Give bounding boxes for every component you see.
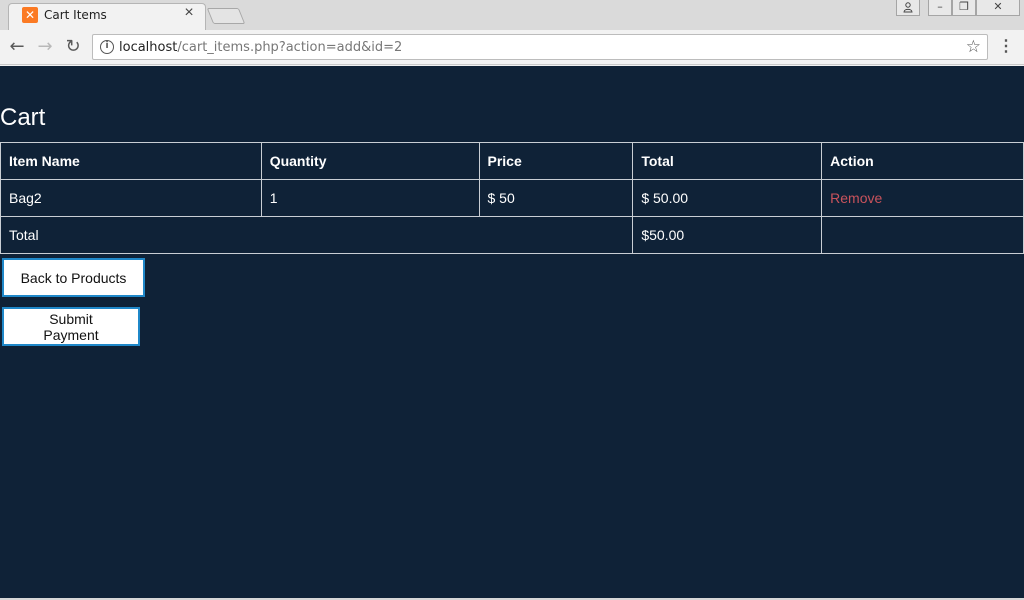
tab-strip: ✕ Cart Items × – ❐ ✕ xyxy=(0,0,1024,31)
url-text[interactable]: localhost/cart_items.php?action=add&id=2 xyxy=(119,40,402,55)
new-tab-button[interactable] xyxy=(206,8,246,24)
close-window-button[interactable]: ✕ xyxy=(976,0,1020,16)
restore-button[interactable]: ❐ xyxy=(952,0,976,16)
footer-action-cell xyxy=(821,216,1024,254)
footer-total-value: $50.00 xyxy=(632,216,823,254)
page-title: Cart xyxy=(0,104,46,131)
column-header-item-name: Item Name xyxy=(0,142,262,180)
table-header-row: Item Name Quantity Price Total Action xyxy=(0,142,1024,180)
cell-quantity: 1 xyxy=(260,179,480,217)
forward-button[interactable]: → xyxy=(34,37,56,57)
bookmark-star-icon[interactable]: ☆ xyxy=(966,37,981,57)
submit-payment-button[interactable]: Submit Payment xyxy=(2,307,140,346)
column-header-action: Action xyxy=(821,142,1024,180)
footer-total-label: Total xyxy=(0,216,634,254)
minimize-button[interactable]: – xyxy=(928,0,952,16)
back-button[interactable]: ← xyxy=(6,37,28,57)
browser-toolbar: ← → ↻ i localhost/cart_items.php?action=… xyxy=(0,30,1024,65)
xampp-icon: ✕ xyxy=(22,7,38,23)
url-host: localhost xyxy=(119,40,178,55)
cell-price: $ 50 xyxy=(478,179,634,217)
cell-action: Remove xyxy=(821,179,1024,217)
address-bar[interactable]: i localhost/cart_items.php?action=add&id… xyxy=(92,34,988,60)
info-icon[interactable]: i xyxy=(100,40,114,54)
remove-link[interactable]: Remove xyxy=(830,190,882,206)
table-footer-row: Total $50.00 xyxy=(0,216,1024,254)
tab-close-icon[interactable]: × xyxy=(182,5,196,21)
cart-table: Item Name Quantity Price Total Action Ba… xyxy=(0,142,1024,254)
browser-menu-icon[interactable]: ⋮ xyxy=(998,36,1014,58)
user-icon[interactable] xyxy=(896,0,920,16)
cell-total: $ 50.00 xyxy=(632,179,823,217)
column-header-price: Price xyxy=(478,142,634,180)
cell-item-name: Bag2 xyxy=(0,179,262,217)
tab-title[interactable]: Cart Items xyxy=(44,8,107,22)
page-viewport: Cart Item Name Quantity Price Total Acti… xyxy=(0,66,1024,600)
back-to-products-button[interactable]: Back to Products xyxy=(2,258,145,297)
url-path: /cart_items.php?action=add&id=2 xyxy=(177,40,403,55)
column-header-quantity: Quantity xyxy=(260,142,480,180)
column-header-total: Total xyxy=(632,142,823,180)
table-row: Bag2 1 $ 50 $ 50.00 Remove xyxy=(0,179,1024,217)
reload-button[interactable]: ↻ xyxy=(62,37,84,57)
